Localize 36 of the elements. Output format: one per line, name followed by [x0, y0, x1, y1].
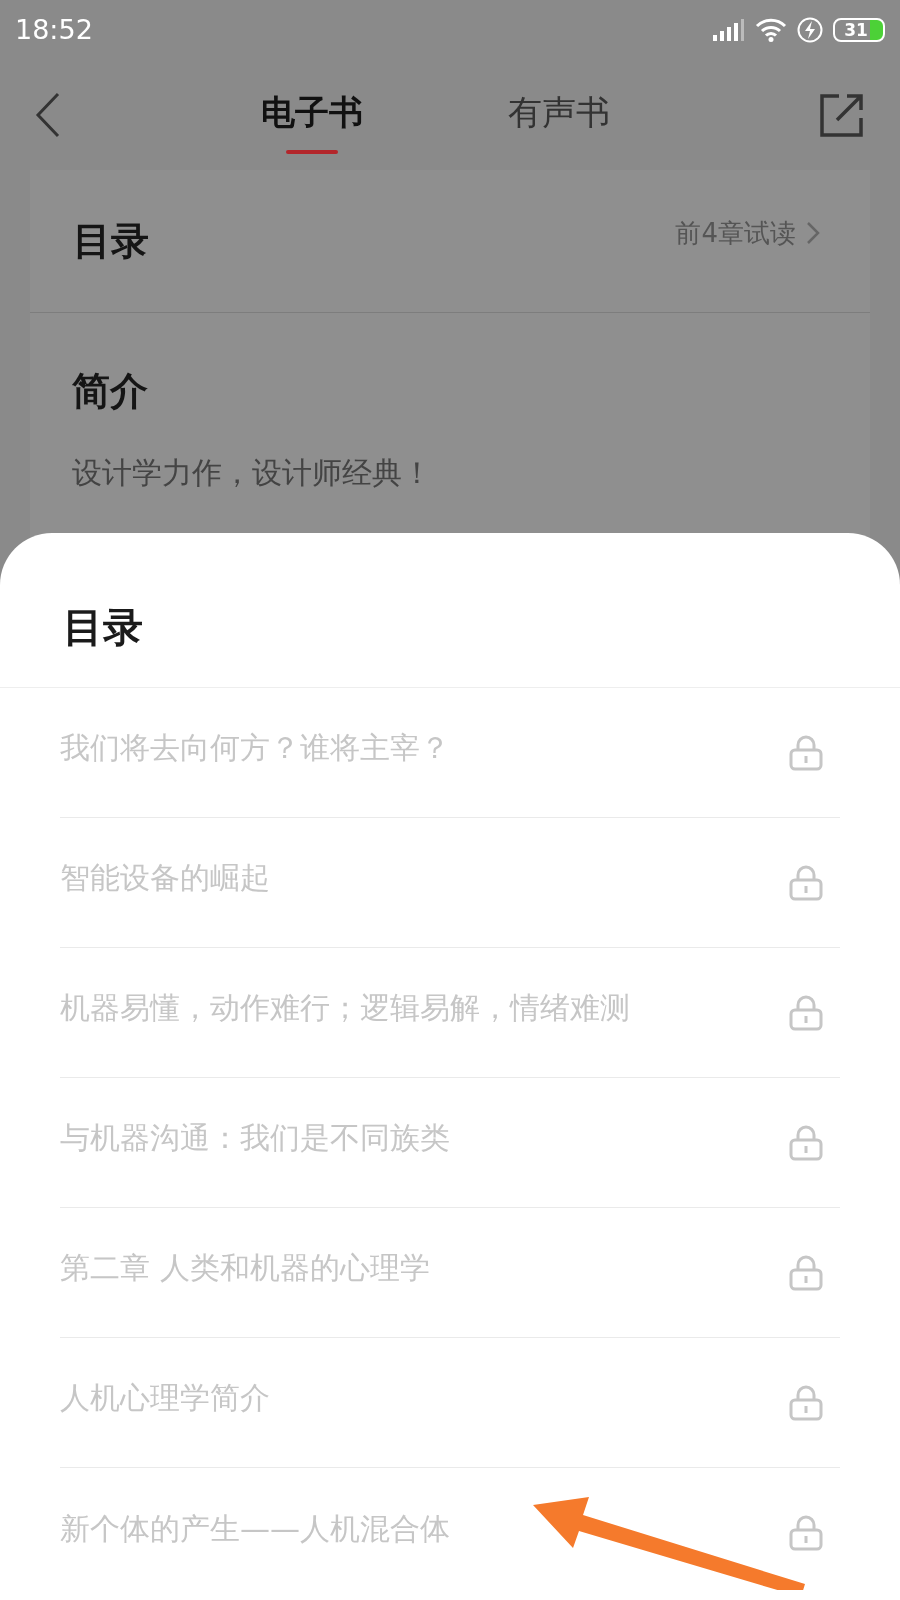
signal-icon	[713, 19, 745, 41]
intro-heading: 简介	[72, 368, 149, 415]
lock-icon	[789, 1384, 823, 1421]
chapter-title: 机器易懂，动作难行；逻辑易解，情绪难测	[60, 989, 630, 1027]
intro-text: 设计学力作，设计师经典！	[72, 454, 433, 492]
back-icon[interactable]	[35, 92, 61, 138]
lock-icon	[789, 1515, 823, 1551]
chapter-title: 新个体的产生——人机混合体	[60, 1509, 450, 1548]
status-time: 18:52	[15, 12, 93, 47]
lock-icon	[789, 1254, 823, 1291]
chapter-title: 人机心理学简介	[60, 1379, 270, 1417]
share-icon[interactable]	[819, 92, 865, 138]
chapter-row[interactable]: 机器易懂，动作难行；逻辑易解，情绪难测	[60, 948, 840, 1078]
chapter-row[interactable]: 我们将去向何方？谁将主宰？	[60, 688, 840, 818]
chapter-title: 第二章 人类和机器的心理学	[60, 1249, 430, 1287]
chapter-title: 与机器沟通：我们是不同族类	[60, 1119, 450, 1157]
chapter-row[interactable]: 人机心理学简介	[60, 1338, 840, 1468]
lock-icon	[789, 864, 823, 901]
chapter-row[interactable]: 智能设备的崛起	[60, 818, 840, 948]
lock-icon	[789, 734, 823, 771]
chapter-title: 智能设备的崛起	[60, 859, 270, 897]
chapter-row[interactable]: 新个体的产生——人机混合体	[60, 1468, 840, 1598]
chapter-row[interactable]: 与机器沟通：我们是不同族类	[60, 1078, 840, 1208]
trial-link[interactable]: 前4章试读	[675, 213, 796, 253]
tab[interactable]: 有声书	[507, 76, 610, 154]
chevron-right-icon	[806, 221, 820, 245]
lock-icon	[789, 1124, 823, 1161]
wifi-icon	[755, 18, 787, 42]
charging-icon	[797, 17, 823, 43]
tab[interactable]: 电子书	[260, 76, 363, 154]
battery-level: 31	[844, 21, 868, 39]
chapter-row[interactable]: 第二章 人类和机器的心理学	[60, 1208, 840, 1338]
catalog-heading: 目录	[73, 217, 149, 265]
sheet-title: 目录	[63, 603, 143, 652]
lock-icon	[789, 994, 823, 1031]
chapter-title: 我们将去向何方？谁将主宰？	[60, 729, 450, 767]
